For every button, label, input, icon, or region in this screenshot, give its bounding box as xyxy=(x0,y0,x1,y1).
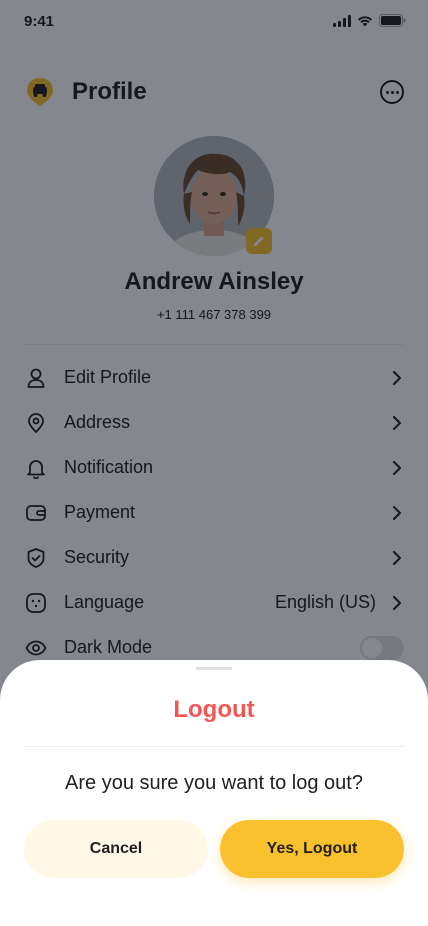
confirm-logout-button[interactable]: Yes, Logout xyxy=(220,820,404,878)
logout-bottom-sheet: Logout Are you sure you want to log out?… xyxy=(0,660,428,926)
logout-question: Are you sure you want to log out? xyxy=(65,772,363,794)
cancel-button[interactable]: Cancel xyxy=(24,820,208,878)
sheet-drag-handle[interactable] xyxy=(196,667,232,670)
sheet-divider xyxy=(24,746,404,747)
logout-title: Logout xyxy=(173,696,255,723)
